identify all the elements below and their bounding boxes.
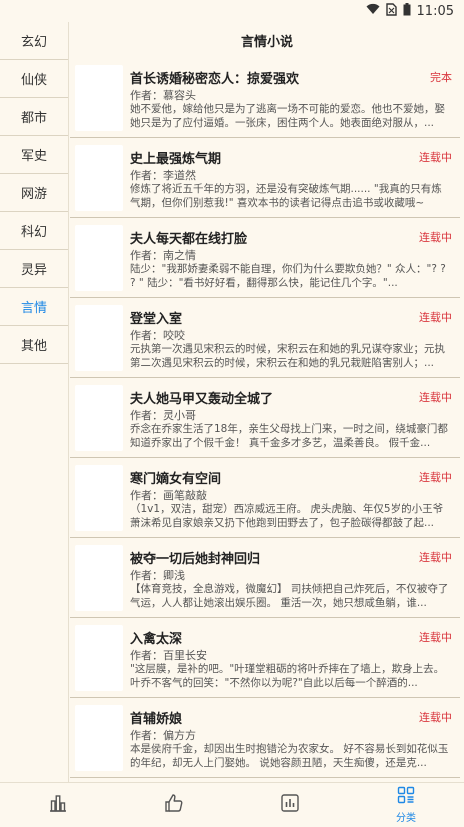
sidebar-item-label: 灵异 <box>20 263 47 278</box>
sidebar-item-dushi[interactable]: 都市 <box>0 98 68 136</box>
battery-icon <box>403 2 411 20</box>
book-description: 元执第一次遇见宋积云的时候，宋积云在和她的乳兄谋夺家业；元执第二次遇见宋积云的时… <box>130 343 445 369</box>
book-cover[interactable] <box>75 465 123 531</box>
book-list[interactable]: 首长诱婚秘密恋人：掠爱强欢 完本 作者：慕容头 她不爱他，嫁给他只是为了逃离一场… <box>70 58 460 782</box>
sidebar-item-label: 军史 <box>20 149 47 164</box>
page-title: 言情小说 <box>240 34 293 50</box>
book-author: 作者：偏方方 <box>130 729 196 742</box>
book-title: 夫人每天都在线打脸 <box>130 232 248 247</box>
book-title: 夫人她马甲又轰动全城了 <box>130 392 274 407</box>
book-title: 被夺一切后她封神回归 <box>130 552 261 567</box>
book-title: 寒门嫡女有空间 <box>130 472 222 487</box>
sidebar-item-label: 玄幻 <box>20 35 47 50</box>
book-item[interactable]: 登堂入室 连载中 作者：咬咬 元执第一次遇见宋积云的时候，宋积云在和她的乳兄谋夺… <box>70 298 460 378</box>
book-author: 作者：慕容头 <box>130 89 196 102</box>
tab-recommend[interactable] <box>116 783 232 827</box>
book-title: 入禽太深 <box>130 632 183 647</box>
book-cover[interactable] <box>75 705 123 771</box>
tab-category[interactable]: 分类 <box>348 783 464 827</box>
sidebar-item-label: 网游 <box>20 187 47 202</box>
sidebar-item-xianxia[interactable]: 仙侠 <box>0 60 68 98</box>
book-description: （1v1，双洁，甜宠）西凉威远王府。 虎头虎脑、年仅5岁的小王爷萧沫希见自家娘亲… <box>130 503 444 529</box>
book-description: 修炼了将近五千年的方羽，还是没有突破炼气期...... "我真的只有炼气期，但你… <box>130 183 442 209</box>
book-description: 乔念在乔家生活了18年，亲生父母找上门来，一时之间，绕城豪门都知道乔家出了个假千… <box>130 423 448 449</box>
tab-ranking[interactable] <box>0 783 116 827</box>
sidebar-item-junshi[interactable]: 军史 <box>0 136 68 174</box>
tab-stats[interactable] <box>232 783 348 827</box>
book-description: 本是侯府千金，却因出生时抱错沦为农家女。 好不容易长到如花似玉的年纪，却无人上门… <box>130 743 449 769</box>
book-author: 作者：百里长安 <box>130 649 207 662</box>
book-author: 作者：灵小哥 <box>130 409 196 422</box>
book-cover[interactable] <box>75 385 123 451</box>
book-cover[interactable] <box>75 545 123 611</box>
chart-icon <box>280 793 300 817</box>
sidebar-item-label: 科幻 <box>20 225 47 240</box>
book-description: 【体育竞技，全息游戏，微魔幻】 司扶倾把自己炸死后，不仅被夺了气运，人人都让她滚… <box>130 583 449 609</box>
book-cover[interactable] <box>75 305 123 371</box>
book-cover[interactable] <box>75 65 123 131</box>
tab-category-label: 分类 <box>396 813 416 824</box>
wifi-icon <box>366 3 380 19</box>
book-status: 连载中 <box>419 471 452 484</box>
category-icon <box>397 786 415 808</box>
ranking-icon <box>48 793 68 817</box>
book-status: 连载中 <box>419 231 452 244</box>
thumbs-up-icon <box>164 793 184 817</box>
status-bar: 11:05 <box>0 0 464 22</box>
sidebar-item-qita[interactable]: 其他 <box>0 326 68 364</box>
book-item[interactable]: 寒门嫡女有空间 连载中 作者：画笔敲敲 （1v1，双洁，甜宠）西凉威远王府。 虎… <box>70 458 460 538</box>
book-description: 她不爱他，嫁给他只是为了逃离一场不可能的爱恋。他也不爱她，娶她只是为了应付逼婚。… <box>130 103 445 129</box>
book-description: "这层膜，是补的吧。"叶瑾堂粗砺的将叶乔摔在了墙上，欺身上去。 叶乔不客气的回笑… <box>130 663 445 689</box>
book-cover[interactable] <box>75 145 123 211</box>
book-item[interactable]: 被夺一切后她封神回归 连载中 作者：卿浅 【体育竞技，全息游戏，微魔幻】 司扶倾… <box>70 538 460 618</box>
sidebar-item-label: 其他 <box>20 339 47 354</box>
book-author: 作者：南之情 <box>130 249 196 262</box>
book-item[interactable]: 入禽太深 连载中 作者：百里长安 "这层膜，是补的吧。"叶瑾堂粗砺的将叶乔摔在了… <box>70 618 460 698</box>
bottom-nav: 分类 <box>0 782 464 827</box>
no-sim-icon <box>385 2 397 20</box>
book-title: 首长诱婚秘密恋人：掠爱强欢 <box>130 72 300 87</box>
book-status: 连载中 <box>419 551 452 564</box>
status-time: 11:05 <box>416 3 454 19</box>
book-status: 连载中 <box>419 391 452 404</box>
sidebar-item-label: 都市 <box>20 111 47 126</box>
book-cover[interactable] <box>75 625 123 691</box>
sidebar-item-label: 仙侠 <box>20 73 47 88</box>
book-item[interactable]: 首辅娇娘 连载中 作者：偏方方 本是侯府千金，却因出生时抱错沦为农家女。 好不容… <box>70 698 460 778</box>
book-status: 连载中 <box>419 711 452 724</box>
book-title: 登堂入室 <box>130 312 183 327</box>
sidebar-item-wangyou[interactable]: 网游 <box>0 174 68 212</box>
book-status: 连载中 <box>419 631 452 644</box>
book-author: 作者：咬咬 <box>130 329 185 342</box>
book-author: 作者：李道然 <box>130 169 196 182</box>
sidebar-item-xuanhuan[interactable]: 玄幻 <box>0 22 68 60</box>
book-item[interactable]: 夫人每天都在线打脸 连载中 作者：南之情 陆少："我那娇妻柔弱不能自理，你们为什… <box>70 218 460 298</box>
book-item[interactable]: 史上最强炼气期 连载中 作者：李道然 修炼了将近五千年的方羽，还是没有突破炼气期… <box>70 138 460 218</box>
book-item[interactable]: 首长诱婚秘密恋人：掠爱强欢 完本 作者：慕容头 她不爱他，嫁给他只是为了逃离一场… <box>70 58 460 138</box>
book-status: 完本 <box>430 71 452 84</box>
book-cover[interactable] <box>75 225 123 291</box>
book-title: 史上最强炼气期 <box>130 152 222 167</box>
book-title: 首辅娇娘 <box>130 712 183 727</box>
sidebar-item-kehuan[interactable]: 科幻 <box>0 212 68 250</box>
category-sidebar: 玄幻 仙侠 都市 军史 网游 科幻 灵异 言情 其他 <box>0 22 69 782</box>
book-status: 连载中 <box>419 311 452 324</box>
book-author: 作者：卿浅 <box>130 569 185 582</box>
sidebar-item-yanqing[interactable]: 言情 <box>0 288 68 326</box>
book-author: 作者：画笔敲敲 <box>130 489 207 502</box>
sidebar-item-lingyi[interactable]: 灵异 <box>0 250 68 288</box>
book-status: 连载中 <box>419 151 452 164</box>
book-item[interactable]: 夫人她马甲又轰动全城了 连载中 作者：灵小哥 乔念在乔家生活了18年，亲生父母找… <box>70 378 460 458</box>
book-description: 陆少："我那娇妻柔弱不能自理，你们为什么要欺负她？" 众人："? ? ? " 陆… <box>130 263 446 289</box>
sidebar-item-label: 言情 <box>20 301 47 316</box>
